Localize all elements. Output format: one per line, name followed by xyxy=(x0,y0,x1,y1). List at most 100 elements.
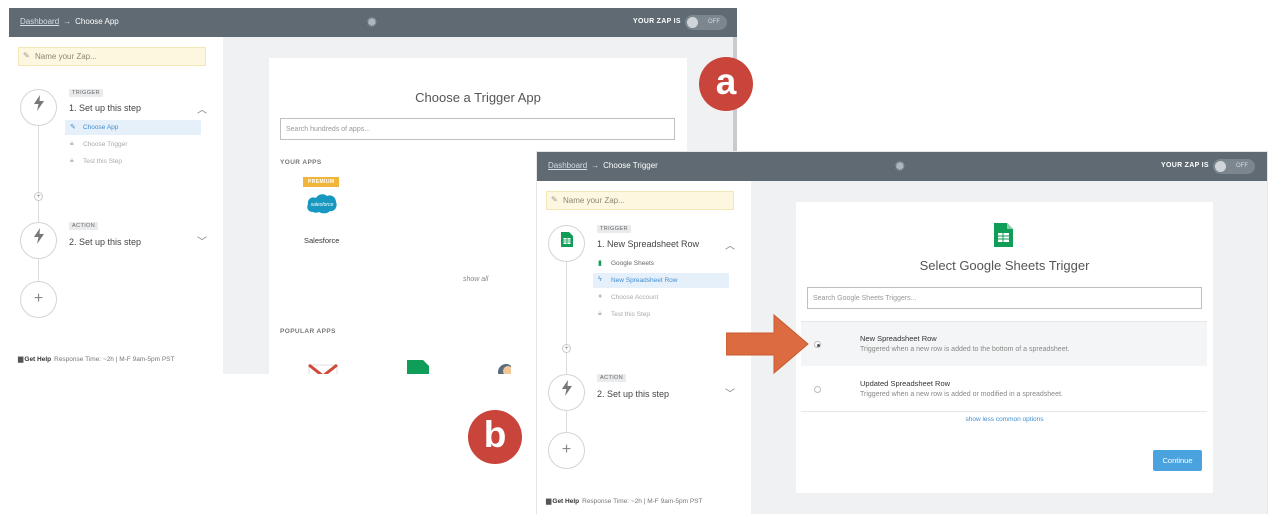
user-icon: ● xyxy=(598,293,603,300)
chevron-down-icon[interactable]: ﹀ xyxy=(197,233,207,248)
option-description: Triggered when a new row is added or mod… xyxy=(860,391,1063,398)
trigger-step-title[interactable]: 1. New Spreadsheet Row xyxy=(597,239,699,249)
trigger-search-input[interactable]: Search Google Sheets Triggers... xyxy=(807,287,1202,309)
action-tag: ACTION xyxy=(597,374,627,382)
annotation-badge-b: b xyxy=(468,410,522,464)
substep-google-sheets[interactable]: ▮ Google Sheets xyxy=(593,256,729,271)
zap-editor-sidebar: ✎ Name your Zap... TRIGGER 1. New Spread… xyxy=(537,181,751,514)
breadcrumb-dashboard-link[interactable]: Dashboard xyxy=(548,161,587,170)
trigger-step-icon[interactable] xyxy=(20,89,57,126)
option-name: New Spreadsheet Row xyxy=(860,334,937,343)
pencil-icon: ✎ xyxy=(23,51,30,60)
substep-label: New Spreadsheet Row xyxy=(611,277,678,284)
annotation-badge-a: a xyxy=(699,57,753,111)
substep-test-step[interactable]: 🔒︎ Test this Step xyxy=(593,307,729,322)
substep-choose-app[interactable]: ✎ Choose App xyxy=(65,120,201,135)
insert-step-button[interactable]: + xyxy=(562,344,571,353)
toggle-knob xyxy=(1215,161,1226,172)
get-help-label: Get Help xyxy=(24,356,52,363)
zap-name-field[interactable]: ✎ Name your Zap... xyxy=(18,47,206,66)
action-tag: ACTION xyxy=(69,222,99,230)
salesforce-logo[interactable]: salesforce xyxy=(306,192,338,216)
breadcrumb-arrow: → xyxy=(63,17,72,26)
option-description: Triggered when a new row is added to the… xyxy=(860,346,1070,353)
zap-state-label: YOUR ZAP IS xyxy=(1161,162,1209,169)
popular-apps-label: POPULAR APPS xyxy=(280,328,336,335)
pencil-icon: ✎ xyxy=(551,195,558,204)
option-name: Updated Spreadsheet Row xyxy=(860,379,951,388)
radio-selected[interactable] xyxy=(814,341,821,348)
trigger-option-new-row[interactable]: New Spreadsheet Row Triggered when a new… xyxy=(801,322,1207,366)
card-title: Choose a Trigger App xyxy=(415,90,541,105)
breadcrumb-dashboard-link[interactable]: Dashboard xyxy=(20,17,59,26)
radio-unselected[interactable] xyxy=(814,386,821,393)
breadcrumb-arrow: → xyxy=(591,161,600,170)
substep-new-spreadsheet-row[interactable]: ϟ New Spreadsheet Row xyxy=(593,273,729,288)
your-apps-label: YOUR APPS xyxy=(280,159,322,166)
app-search-input[interactable]: Search hundreds of apps... xyxy=(280,118,675,140)
gmail-icon[interactable] xyxy=(307,363,339,374)
get-help[interactable]: ▆Get Help Response Time: ~2h | M-F 9am-5p… xyxy=(546,497,702,505)
toggle-knob xyxy=(687,17,698,28)
mailchimp-icon[interactable] xyxy=(497,360,511,374)
trigger-tag: TRIGGER xyxy=(69,89,103,97)
add-step-button[interactable]: + xyxy=(20,281,57,318)
breadcrumb: Dashboard → Choose Trigger xyxy=(548,161,658,170)
chat-icon: ▆ xyxy=(546,498,552,505)
action-step-icon[interactable] xyxy=(548,374,585,411)
insert-step-button[interactable]: + xyxy=(34,192,43,201)
lightning-icon xyxy=(33,95,44,111)
show-all-link[interactable]: show all xyxy=(463,276,488,283)
premium-badge: PREMIUM xyxy=(303,177,340,187)
substep-label: Test this Step xyxy=(83,158,123,165)
trigger-tag: TRIGGER xyxy=(597,225,631,233)
chevron-down-icon[interactable]: ﹀ xyxy=(725,385,735,400)
get-help-label: Get Help xyxy=(552,498,580,505)
show-less-options-link[interactable]: show less common options xyxy=(796,416,1213,423)
lightning-icon xyxy=(561,380,572,396)
zap-name-field[interactable]: ✎ Name your Zap... xyxy=(546,191,734,210)
top-bar: Dashboard → Choose App ✹ YOUR ZAP IS OFF xyxy=(9,8,737,37)
chevron-up-icon[interactable]: ︿ xyxy=(197,101,207,116)
salesforce-logo-text: salesforce xyxy=(311,202,334,208)
continue-button[interactable]: Continue xyxy=(1153,450,1202,471)
zap-toggle[interactable]: OFF xyxy=(685,15,727,30)
response-time: Response Time: ~2h | M-F 9am-5pm PST xyxy=(582,498,703,505)
google-sheets-icon: ▮ xyxy=(598,260,602,267)
action-step-title[interactable]: 2. Set up this step xyxy=(69,237,141,247)
get-help[interactable]: ▆Get Help Response Time: ~2h | M-F 9am-5p… xyxy=(18,355,174,363)
lightning-icon xyxy=(33,228,44,244)
action-step-icon[interactable] xyxy=(20,222,57,259)
trigger-step-title[interactable]: 1. Set up this step xyxy=(69,103,141,113)
substep-label: Choose App xyxy=(83,124,119,131)
lock-icon: 🔒︎ xyxy=(70,140,74,147)
add-step-button[interactable]: + xyxy=(548,432,585,469)
card-title: Select Google Sheets Trigger xyxy=(919,258,1090,273)
zap-name-placeholder: Name your Zap... xyxy=(563,196,625,205)
app-name-salesforce[interactable]: Salesforce xyxy=(304,236,339,245)
google-sheets-icon xyxy=(560,232,573,247)
pencil-icon: ✎ xyxy=(70,124,76,131)
breadcrumb-current: Choose App xyxy=(75,17,119,26)
toggle-state: OFF xyxy=(708,19,720,25)
substep-choose-account[interactable]: ● Choose Account xyxy=(593,290,729,305)
gear-icon[interactable]: ✹ xyxy=(894,158,906,175)
zap-name-placeholder: Name your Zap... xyxy=(35,52,97,61)
annotation-arrow-icon xyxy=(726,313,809,375)
zap-toggle[interactable]: OFF xyxy=(1213,159,1255,174)
substep-test-step[interactable]: 🔒︎ Test this Step xyxy=(65,154,201,169)
breadcrumb-current: Choose Trigger xyxy=(603,161,658,170)
gear-icon[interactable]: ✹ xyxy=(366,14,378,31)
trigger-option-updated-row[interactable]: Updated Spreadsheet Row Triggered when a… xyxy=(801,367,1207,411)
lightning-icon: ϟ xyxy=(598,276,602,283)
trigger-step-icon[interactable] xyxy=(548,225,585,262)
select-trigger-card: Select Google Sheets Trigger Search Goog… xyxy=(796,202,1213,493)
action-step-title[interactable]: 2. Set up this step xyxy=(597,389,669,399)
chevron-up-icon[interactable]: ︿ xyxy=(725,237,735,252)
divider xyxy=(801,411,1207,412)
screenshot-choose-trigger: Dashboard → Choose Trigger ✹ YOUR ZAP IS O… xyxy=(537,152,1267,514)
step-connector-line xyxy=(38,123,39,299)
substep-choose-trigger[interactable]: 🔒︎ Choose Trigger xyxy=(65,137,201,152)
google-sheets-icon[interactable] xyxy=(405,360,431,374)
lock-icon: 🔒︎ xyxy=(70,157,74,164)
